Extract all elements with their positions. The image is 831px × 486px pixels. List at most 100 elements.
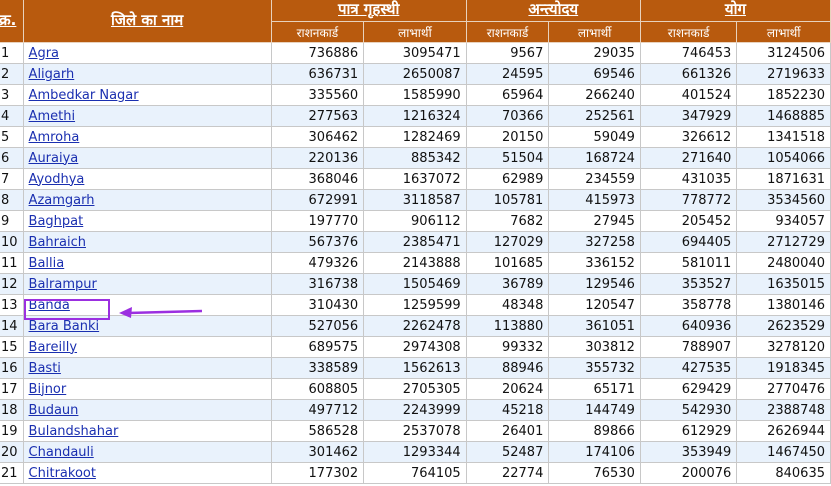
serial-number-cell: 3 [0,84,24,106]
district-name-cell: Aligarh [22,63,272,85]
beneficiary-subheader: लाभार्थी [736,21,831,43]
district-link[interactable]: Chandauli [29,445,94,460]
district-name-cell: Chitrakoot [22,462,272,484]
district-link[interactable]: Budaun [29,403,79,418]
eligible-beneficiary-cell: 2537078 [363,420,467,442]
eligible-beneficiary-cell: 885342 [363,147,467,169]
total-ration-card-cell: 746453 [639,42,738,64]
eligible-beneficiary-cell: 2650087 [363,63,467,85]
district-ration-table: क्र. जिले का नाम पात्र गृहस्थी अन्त्योदय… [0,0,831,484]
eligible-ration-card-cell: 636731 [270,63,365,85]
district-link[interactable]: Azamgarh [29,193,95,208]
total-beneficiary-cell: 3534560 [736,189,831,211]
total-ration-card-cell: 358778 [639,294,738,316]
antyodaya-beneficiary-cell: 144749 [548,399,641,421]
antyodaya-ration-card-cell: 101685 [465,252,550,274]
antyodaya-beneficiary-cell: 174106 [548,441,641,463]
eligible-beneficiary-cell: 1216324 [363,105,467,127]
total-beneficiary-cell: 1341518 [736,126,831,148]
antyodaya-beneficiary-cell: 415973 [548,189,641,211]
district-link[interactable]: Ballia [29,256,65,271]
serial-number-cell: 19 [0,420,24,442]
ration-card-subheader: राशनकार्ड [270,21,365,43]
total-ration-card-cell: 401524 [639,84,738,106]
district-link[interactable]: Ambedkar Nagar [29,88,139,103]
serial-number-cell: 9 [0,210,24,232]
eligible-beneficiary-cell: 1282469 [363,126,467,148]
district-name-cell: Ayodhya [22,168,272,190]
district-name-cell: Agra [22,42,272,64]
district-link[interactable]: Bareilly [29,340,77,355]
eligible-ration-card-cell: 368046 [270,168,365,190]
total-beneficiary-cell: 3124506 [736,42,831,64]
antyodaya-beneficiary-cell: 59049 [548,126,641,148]
district-link[interactable]: Amroha [29,130,80,145]
district-link[interactable]: Balrampur [29,277,97,292]
eligible-ration-card-cell: 608805 [270,378,365,400]
total-beneficiary-cell: 1467450 [736,441,831,463]
district-link[interactable]: Amethi [29,109,76,124]
table-row: 15 Bareilly 689575 2974308 99332 303812 788907… [0,336,831,358]
district-name-cell: Amroha [22,126,272,148]
district-link[interactable]: Bulandshahar [29,424,119,439]
eligible-ration-card-cell: 567376 [270,231,365,253]
district-link[interactable]: Baghpat [29,214,84,229]
district-name-cell: Balrampur [22,273,272,295]
antyodaya-beneficiary-cell: 234559 [548,168,641,190]
district-link[interactable]: Banda [29,298,70,313]
antyodaya-beneficiary-cell: 129546 [548,273,641,295]
serial-number-cell: 10 [0,231,24,253]
district-link[interactable]: Ayodhya [29,172,85,187]
table-row: 18 Budaun 497712 2243999 45218 144749 542930 23… [0,399,831,421]
eligible-beneficiary-cell: 1293344 [363,441,467,463]
antyodaya-beneficiary-cell: 303812 [548,336,641,358]
eligible-beneficiary-cell: 3095471 [363,42,467,64]
total-beneficiary-cell: 2712729 [736,231,831,253]
eligible-beneficiary-cell: 1637072 [363,168,467,190]
district-link[interactable]: Bijnor [29,382,67,397]
antyodaya-beneficiary-cell: 76530 [548,462,641,484]
antyodaya-ration-card-cell: 52487 [465,441,550,463]
district-link[interactable]: Auraiya [29,151,79,166]
total-beneficiary-cell: 840635 [736,462,831,484]
antyodaya-header: अन्त्योदय [465,0,641,22]
serial-number-cell: 17 [0,378,24,400]
eligible-beneficiary-cell: 2705305 [363,378,467,400]
table-row: 20 Chandauli 301462 1293344 52487 174106 35394… [0,441,831,463]
table-row: 2 Aligarh 636731 2650087 24595 69546 661326 271… [0,63,831,85]
serial-number-cell: 2 [0,63,24,85]
serial-number-cell: 6 [0,147,24,169]
total-beneficiary-cell: 1468885 [736,105,831,127]
eligible-beneficiary-cell: 2143888 [363,252,467,274]
serial-number-cell: 11 [0,252,24,274]
total-beneficiary-cell: 1871631 [736,168,831,190]
district-link[interactable]: Agra [29,46,59,61]
antyodaya-ration-card-cell: 105781 [465,189,550,211]
serial-number-cell: 15 [0,336,24,358]
district-link[interactable]: Chitrakoot [29,466,96,481]
antyodaya-beneficiary-cell: 252561 [548,105,641,127]
antyodaya-ration-card-cell: 20624 [465,378,550,400]
district-ration-table-container: क्र. जिले का नाम पात्र गृहस्थी अन्त्योदय… [0,0,831,484]
beneficiary-subheader: लाभार्थी [548,21,641,43]
district-name-cell: Baghpat [22,210,272,232]
total-ration-card-cell: 640936 [639,315,738,337]
table-row: 1 Agra 736886 3095471 9567 29035 746453 3124506 [0,42,831,64]
serial-number-cell: 13 [0,294,24,316]
total-ration-card-cell: 778772 [639,189,738,211]
eligible-ration-card-cell: 689575 [270,336,365,358]
antyodaya-beneficiary-cell: 89866 [548,420,641,442]
total-beneficiary-cell: 2626944 [736,420,831,442]
total-ration-card-cell: 661326 [639,63,738,85]
district-link[interactable]: Aligarh [29,67,75,82]
district-link[interactable]: Bahraich [29,235,86,250]
eligible-ration-card-cell: 177302 [270,462,365,484]
eligible-beneficiary-cell: 906112 [363,210,467,232]
eligible-beneficiary-cell: 2262478 [363,315,467,337]
district-name-cell: Ballia [22,252,272,274]
table-row: 9 Baghpat 197770 906112 7682 27945 205452 93405… [0,210,831,232]
total-ration-card-cell: 205452 [639,210,738,232]
district-link[interactable]: Bara Banki [29,319,100,334]
district-link[interactable]: Basti [29,361,61,376]
table-row: 8 Azamgarh 672991 3118587 105781 415973 778772… [0,189,831,211]
